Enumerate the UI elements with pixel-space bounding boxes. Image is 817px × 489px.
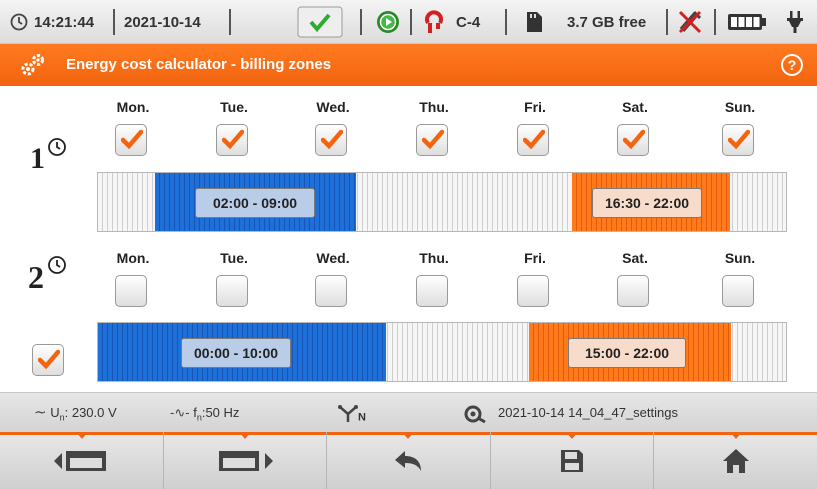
button-notch xyxy=(402,432,414,439)
zone2-day-label: Sun. xyxy=(724,250,756,266)
zone2-day-label: Tue. xyxy=(220,250,248,266)
arrow-right-screen-icon xyxy=(219,450,273,471)
svg-text:2: 2 xyxy=(28,259,44,292)
prev-screen-button[interactable] xyxy=(0,432,163,489)
zone-2-enable-checkbox[interactable] xyxy=(32,344,64,376)
zone2-day-checkbox[interactable] xyxy=(315,275,347,307)
button-notch xyxy=(75,432,88,439)
checkmark-icon xyxy=(222,129,244,150)
floppy-disk-icon xyxy=(561,449,583,472)
checkmark-icon xyxy=(121,129,143,150)
gears-icon xyxy=(20,52,46,83)
zone-2-range-2-label[interactable]: 15:00 - 22:00 xyxy=(568,338,686,368)
checkmark-icon xyxy=(623,129,645,150)
zone2-day-checkbox[interactable] xyxy=(115,275,147,307)
divider xyxy=(666,9,668,35)
status-time: 14:21:44 xyxy=(34,13,95,31)
zone2-day-checkbox[interactable] xyxy=(216,275,248,307)
divider xyxy=(714,9,716,35)
zone2-day-checkbox[interactable] xyxy=(617,275,649,307)
zone-1-timebar[interactable]: 02:00 - 09:00 16:30 - 22:00 xyxy=(97,172,787,232)
zone-1-range-1-label[interactable]: 02:00 - 09:00 xyxy=(195,188,315,218)
zone1-day-label: Mon. xyxy=(116,99,150,115)
help-icon[interactable]: ? xyxy=(781,54,803,76)
zone-2-timebar[interactable]: 00:00 - 10:00 15:00 - 22:00 xyxy=(97,322,787,382)
zone-1-range-2-label[interactable]: 16:30 - 22:00 xyxy=(592,188,702,218)
network-3phase-icon xyxy=(338,404,358,422)
checkmark-icon xyxy=(523,129,545,150)
zone2-day-checkbox[interactable] xyxy=(517,275,549,307)
zone-1-icon: 1 xyxy=(28,136,70,177)
divider xyxy=(229,9,231,35)
settings-file-icon xyxy=(464,393,486,433)
divider xyxy=(505,9,507,35)
home-icon xyxy=(722,448,749,473)
checkmark-icon xyxy=(321,129,343,150)
settings-file-name: 2021-10-14 14_04_47_settings xyxy=(498,405,678,420)
zone1-day-label: Sat. xyxy=(622,99,648,115)
zone1-day-label: Thu. xyxy=(419,99,449,115)
home-button[interactable] xyxy=(653,432,817,489)
divider xyxy=(360,9,362,35)
svg-text:1: 1 xyxy=(30,142,45,172)
divider xyxy=(410,9,412,35)
zone-2-range-1-label[interactable]: 00:00 - 10:00 xyxy=(181,338,291,368)
network-type: N xyxy=(338,393,366,433)
zone1-day-label: Tue. xyxy=(220,99,248,115)
zone2-day-label: Wed. xyxy=(316,250,350,266)
zone2-day-label: Thu. xyxy=(419,250,449,266)
status-bar: 14:21:44 2021-10-14 C-4 3.7 GB free xyxy=(0,0,817,44)
storage-free: 3.7 GB free xyxy=(567,13,647,31)
zone1-day-checkbox[interactable] xyxy=(115,124,147,156)
zone1-day-checkbox[interactable] xyxy=(617,124,649,156)
clamp-icon xyxy=(424,0,444,44)
zone1-day-label: Sun. xyxy=(724,99,756,115)
page-title: Energy cost calculator - billing zones xyxy=(66,56,332,73)
zone1-day-checkbox[interactable] xyxy=(216,124,248,156)
zone2-day-label: Mon. xyxy=(116,250,150,266)
zone1-day-label: Wed. xyxy=(316,99,350,115)
ok-check-icon[interactable] xyxy=(297,0,343,44)
button-notch xyxy=(729,432,742,439)
sd-card-icon xyxy=(525,0,543,44)
battery-icon xyxy=(727,0,767,44)
waveform-icon: -∿- xyxy=(170,405,190,420)
zone2-day-checkbox[interactable] xyxy=(722,275,754,307)
function-button-bar xyxy=(0,432,817,489)
zone1-day-checkbox[interactable] xyxy=(416,124,448,156)
recording-icon xyxy=(376,0,400,44)
nominal-voltage: ∼ Un: 230.0 V xyxy=(34,404,117,423)
back-arrow-icon xyxy=(395,450,421,471)
usb-disconnected-icon xyxy=(676,0,704,44)
zone2-day-label: Fri. xyxy=(524,250,546,266)
nominal-frequency: -∿- fn:50 Hz xyxy=(170,405,240,423)
info-bar: ∼ Un: 230.0 V -∿- fn:50 Hz N 2021-10-14 … xyxy=(0,392,817,432)
status-date: 2021-10-14 xyxy=(124,13,201,31)
zone1-day-checkbox[interactable] xyxy=(517,124,549,156)
zone1-day-label: Fri. xyxy=(524,99,546,115)
sine-icon: ∼ xyxy=(34,404,47,421)
save-button[interactable] xyxy=(490,432,653,489)
divider xyxy=(113,9,115,35)
button-notch xyxy=(239,432,251,439)
zone1-day-checkbox[interactable] xyxy=(315,124,347,156)
zone-2-icon: 2 xyxy=(28,252,70,297)
back-button[interactable] xyxy=(326,432,489,489)
checkmark-icon xyxy=(728,129,750,150)
button-notch xyxy=(566,432,578,439)
plug-icon xyxy=(786,0,804,44)
clamp-type: C-4 xyxy=(456,13,481,31)
next-screen-button[interactable] xyxy=(163,432,326,489)
checkmark-icon xyxy=(422,129,444,150)
zone1-day-checkbox[interactable] xyxy=(722,124,754,156)
clock-icon xyxy=(10,0,28,44)
arrow-left-screen-icon xyxy=(53,450,106,471)
zone2-day-label: Sat. xyxy=(622,250,648,266)
zone2-day-checkbox[interactable] xyxy=(416,275,448,307)
title-bar: Energy cost calculator - billing zones ? xyxy=(0,44,817,86)
